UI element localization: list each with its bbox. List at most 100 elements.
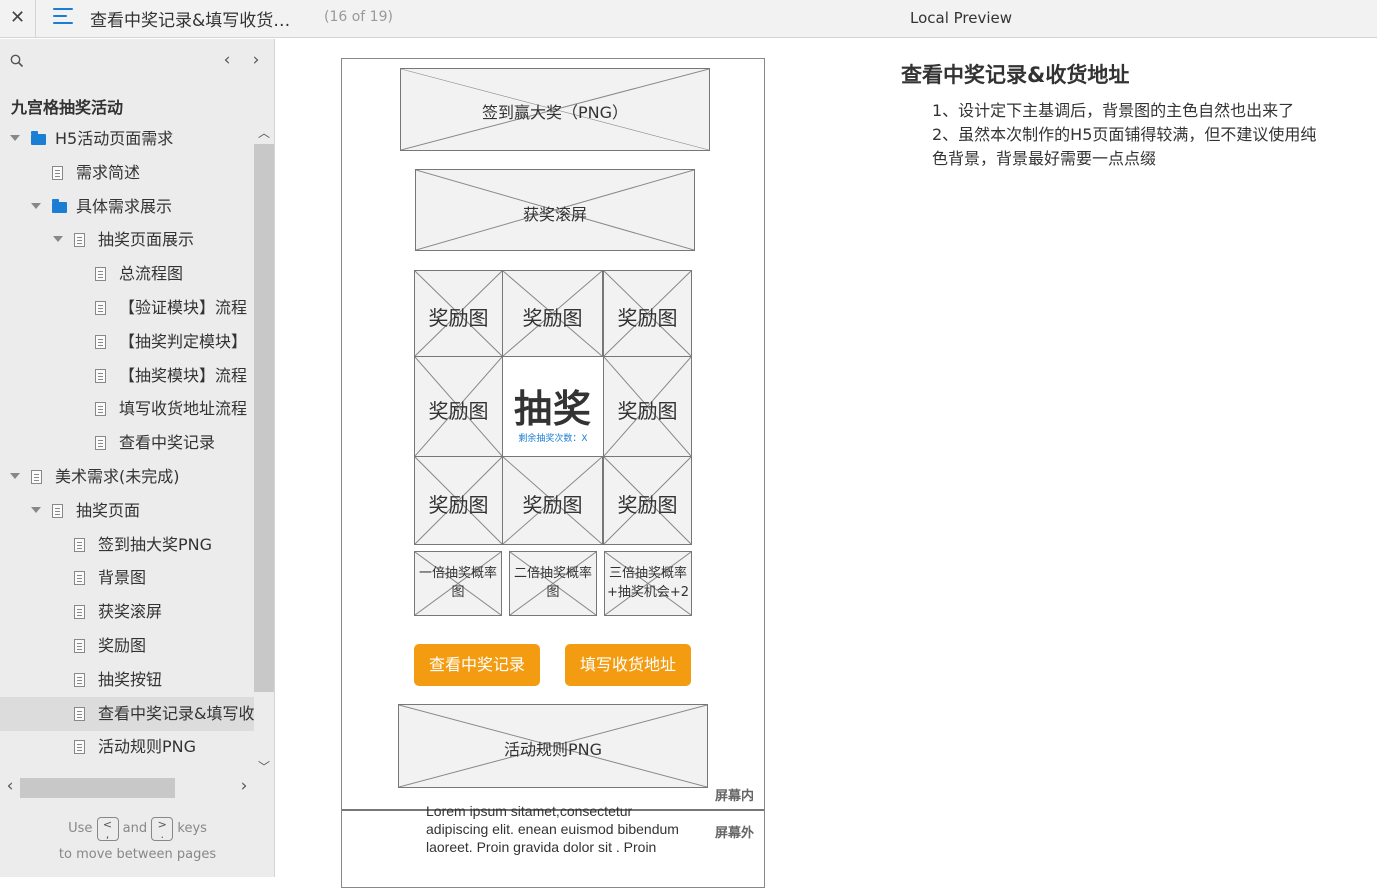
probability-label: 二倍抽奖概率图 [513, 566, 592, 600]
hint-and: and [122, 821, 148, 836]
tree-item[interactable]: 具体需求展示 [0, 190, 254, 224]
page-icon [52, 503, 63, 518]
prize-placeholder: 奖励图 [603, 356, 692, 457]
page-icon [74, 233, 85, 248]
prize-placeholder: 奖励图 [603, 456, 692, 545]
tree-item[interactable]: 奖励图 [0, 629, 254, 663]
notes-panel: 查看中奖记录&收货地址 1、设计定下主基调后，背景图的主色自然也出来了 2、虽然… [901, 59, 1321, 171]
expand-arrow-icon[interactable] [10, 135, 20, 141]
prize-label: 奖励图 [428, 492, 489, 517]
page-icon [95, 402, 106, 417]
vertical-scroll-thumb[interactable] [254, 144, 274, 692]
lottery-button[interactable]: 抽奖 剩余抽奖次数：X [503, 358, 603, 456]
expand-arrow-icon[interactable] [31, 202, 41, 209]
tree-item[interactable]: 【抽奖模块】流程 [0, 359, 254, 393]
tree-item-label: 抽奖页面展示 [98, 230, 195, 250]
expand-arrow-icon[interactable] [31, 506, 41, 513]
tree-item[interactable]: 总流程图 [0, 257, 254, 291]
prize-label: 奖励图 [522, 305, 583, 330]
prize-label: 奖励图 [617, 398, 678, 423]
tree-item-label: 总流程图 [119, 264, 184, 284]
page-icon [52, 165, 63, 180]
tree-item[interactable]: 填写收货地址流程 [0, 392, 254, 426]
probability-placeholder[interactable]: 三倍抽奖概率+抽奖机会+2 [604, 551, 692, 616]
page-icon [95, 436, 106, 451]
prize-label: 奖励图 [428, 398, 489, 423]
tree-item[interactable]: 签到抽大奖PNG [0, 528, 254, 562]
tree-item[interactable]: 数据埋点(暂无) [0, 764, 254, 772]
note-item: 1、设计定下主基调后，背景图的主色自然也出来了 [932, 101, 1295, 120]
tree-item-label: 抽奖按钮 [98, 669, 163, 689]
page-icon [74, 740, 85, 755]
tree-item[interactable]: 【验证模块】流程 [0, 291, 254, 325]
tree-item[interactable]: H5活动页面需求 [0, 122, 254, 156]
horizontal-scrollbar[interactable]: ‹ › [0, 776, 254, 800]
expand-arrow-icon[interactable] [10, 473, 20, 479]
banner-label: 签到赢大奖（PNG） [481, 103, 629, 122]
close-button[interactable]: ✕ [0, 0, 36, 38]
page-title: 查看中奖记录&填写收货地址 [90, 11, 300, 31]
vertical-scrollbar[interactable]: ︿ ﹀ [254, 122, 274, 777]
tree-item[interactable]: 背景图 [0, 561, 254, 595]
prize-placeholder: 奖励图 [502, 270, 603, 357]
next-key-icon: >. [151, 816, 174, 841]
tree-item[interactable]: 【抽奖判定模块】 [0, 325, 254, 359]
scroll-right-icon[interactable]: › [237, 776, 251, 796]
probability-placeholder[interactable]: 二倍抽奖概率图 [509, 551, 597, 616]
sidebar: ‹ › 九宫格抽奖活动 H5活动页面需求 需求简述 具体需求展示 抽奖页面展示 总流程图… [0, 39, 275, 877]
fill-address-button[interactable]: 填写收货地址 [565, 644, 691, 686]
scroller-placeholder: 获奖滚屏 [415, 169, 695, 251]
tree-item-label: 需求简述 [76, 162, 141, 182]
scroll-left-icon[interactable]: ‹ [3, 776, 17, 796]
page-icon [74, 672, 85, 687]
prize-placeholder: 奖励图 [603, 270, 692, 357]
probability-label: 三倍抽奖概率+抽奖机会+2 [606, 566, 690, 600]
hint-move: to move between pages [58, 847, 217, 862]
folder-icon [52, 198, 67, 213]
tree-item-label: H5活动页面需求 [55, 129, 174, 148]
tree-item-label: 签到抽大奖PNG [98, 534, 213, 554]
tree-item-label: 具体需求展示 [76, 196, 173, 216]
tree-item-label: 活动规则PNG [98, 737, 197, 757]
page-icon [74, 571, 85, 586]
page-tree: H5活动页面需求需求简述具体需求展示抽奖页面展示总流程图【验证模块】流程 【抽奖判… [0, 122, 254, 772]
prize-label: 奖励图 [617, 305, 678, 330]
tree-item-label: 填写收货地址流程 [119, 399, 248, 419]
menu-icon[interactable] [53, 8, 73, 28]
prize-placeholder: 奖励图 [414, 270, 503, 357]
tree-item-label: 美术需求(未完成) [55, 467, 180, 486]
tree-item[interactable]: 抽奖按钮 [0, 663, 254, 697]
prev-page-icon[interactable]: ‹ [220, 50, 234, 70]
tree-item-label: 抽奖页面 [76, 500, 141, 520]
notes-body: 1、设计定下主基调后，背景图的主色自然也出来了 2、虽然本次制作的H5页面铺得较… [901, 99, 1321, 171]
scroll-up-icon[interactable]: ︿ [254, 124, 274, 141]
page-count: (16 of 19) [324, 9, 393, 25]
prize-placeholder: 奖励图 [414, 356, 503, 457]
next-page-icon[interactable]: › [249, 50, 263, 70]
tree-item-label: 查看中奖记录&填写收货地址 [98, 703, 254, 723]
tree-item[interactable]: 查看中奖记录&填写收货地址 [0, 696, 254, 731]
tree-item[interactable]: 查看中奖记录 [0, 426, 254, 460]
prize-label: 奖励图 [522, 492, 583, 517]
scroller-label: 获奖滚屏 [522, 205, 587, 224]
search-icon[interactable] [10, 54, 24, 68]
off-screen-label: 屏幕外 [715, 826, 755, 841]
horizontal-scroll-thumb[interactable] [20, 778, 175, 798]
page-icon [74, 639, 85, 653]
tree-item[interactable]: 活动规则PNG [0, 730, 254, 764]
tree-item[interactable]: 美术需求(未完成) [0, 460, 254, 494]
tree-item[interactable]: 获奖滚屏 [0, 595, 254, 629]
preview-label: Local Preview [910, 9, 1013, 27]
view-records-button[interactable]: 查看中奖记录 [414, 644, 540, 686]
tree-item-label: 【验证模块】流程 [119, 298, 248, 317]
probability-placeholder[interactable]: 一倍抽奖概率图 [414, 551, 502, 616]
expand-arrow-icon[interactable] [53, 236, 63, 243]
page-icon [95, 267, 106, 282]
tree-item[interactable]: 抽奖页面 [0, 494, 254, 528]
scroll-down-icon[interactable]: ﹀ [254, 758, 274, 775]
tree-item[interactable]: 需求简述 [0, 156, 254, 190]
navigation-hint: Use <, and >. keys to move between pages [0, 816, 275, 868]
tree-item[interactable]: 抽奖页面展示 [0, 223, 254, 257]
tree-item-label: 获奖滚屏 [98, 602, 163, 622]
tree-item-label: 【抽奖判定模块】 [119, 331, 248, 351]
